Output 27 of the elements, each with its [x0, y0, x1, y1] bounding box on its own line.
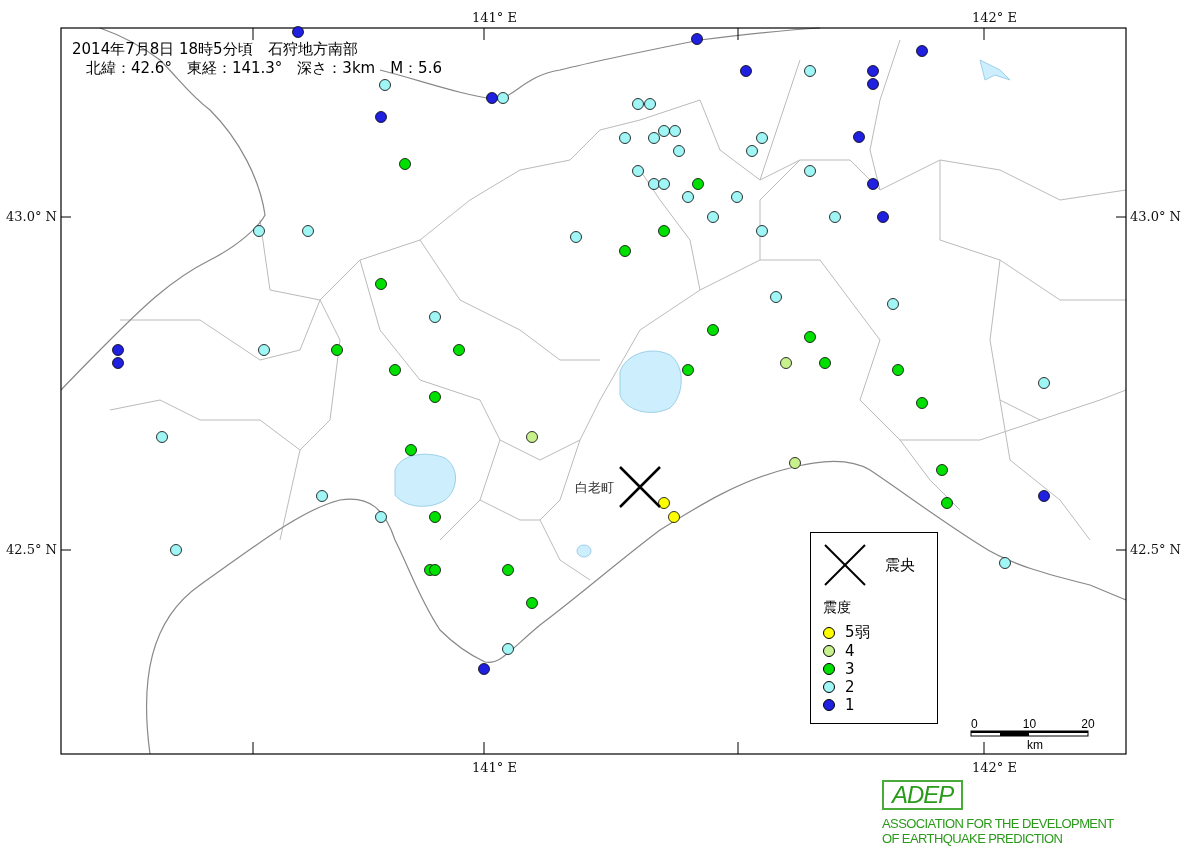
title-text: 2014年7月8日 18時5分頃 石狩地方南部: [72, 40, 359, 59]
legend-title: 震度: [823, 599, 852, 617]
scale-unit: km: [1027, 738, 1043, 752]
logo-mark: ADEP: [882, 780, 964, 810]
logo-text: OF EARTHQUAKE PREDICTION: [882, 831, 1064, 846]
legend-label: 3: [845, 660, 855, 678]
epicenter-cross-icon: [823, 543, 867, 587]
title-text: 北緯：42.6° 東経：141.3° 深さ：3km M：5.6: [85, 59, 442, 78]
scale-label: 10: [1022, 717, 1037, 731]
axis-label: 42.5° N: [6, 542, 57, 557]
axis-label: 43.0° N: [1130, 209, 1181, 224]
axis-label: 142° E: [972, 760, 1017, 775]
scale-label: 20: [1081, 717, 1095, 731]
epicenter-cross-icon: [619, 466, 661, 508]
legend-label: 4: [845, 642, 855, 660]
scale-label: 0: [971, 717, 978, 731]
axis-label: 42.5° N: [1130, 542, 1181, 557]
axis-label: 141° E: [472, 10, 517, 25]
legend-label: 2: [845, 678, 855, 696]
axis-label: 43.0° N: [6, 209, 57, 224]
axis-label: 141° E: [472, 760, 517, 775]
axis-label: 142° E: [972, 10, 1017, 25]
legend-label: 5弱: [845, 623, 870, 642]
legend-label: 震央: [885, 555, 915, 575]
place-label: 白老町: [575, 480, 614, 495]
legend-label: 1: [845, 696, 855, 714]
logo-text: ASSOCIATION FOR THE DEVELOPMENT: [882, 816, 1115, 831]
